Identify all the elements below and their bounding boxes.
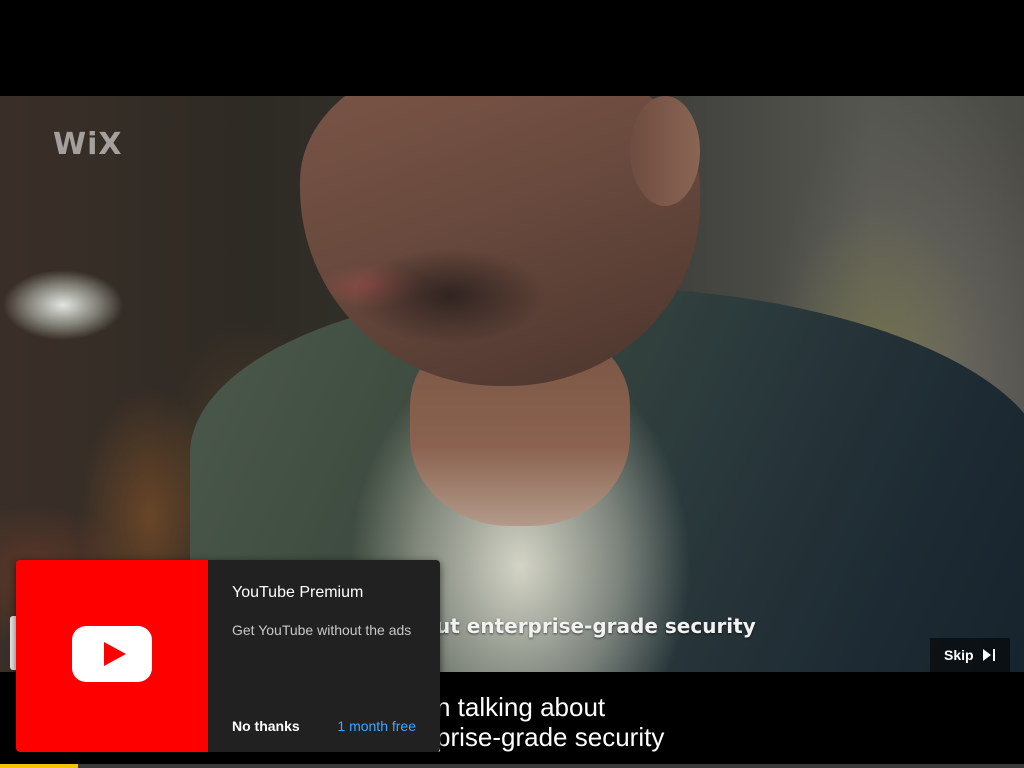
youtube-play-icon: [72, 625, 152, 687]
letterbox-top: [0, 0, 1024, 96]
ad-progress-bar[interactable]: [0, 764, 1024, 768]
skip-next-icon: [982, 648, 996, 662]
promo-actions: No thanks 1 month free: [232, 718, 416, 734]
subtitle-line-1: n talking about: [436, 692, 606, 722]
youtube-premium-promo-card: YouTube Premium Get YouTube without the …: [16, 560, 440, 752]
video-player[interactable]: WiX ut enterprise-grade security Skip n …: [0, 0, 1024, 768]
promo-description: Get YouTube without the ads: [232, 622, 412, 638]
no-thanks-button[interactable]: No thanks: [232, 718, 300, 734]
skip-label: Skip: [944, 647, 974, 663]
burned-in-caption: ut enterprise-grade security: [436, 614, 756, 638]
promo-title: YouTube Premium: [232, 584, 364, 601]
ad-progress-fill: [0, 764, 78, 768]
wix-watermark-logo: WiX: [53, 127, 123, 162]
month-free-button[interactable]: 1 month free: [337, 718, 416, 734]
skip-ad-button[interactable]: Skip: [930, 638, 1010, 672]
video-subject-ear: [630, 96, 700, 206]
promo-artwork: [16, 560, 208, 752]
subtitle-line-2: prise-grade security: [436, 722, 665, 752]
promo-body: YouTube Premium Get YouTube without the …: [208, 560, 440, 752]
